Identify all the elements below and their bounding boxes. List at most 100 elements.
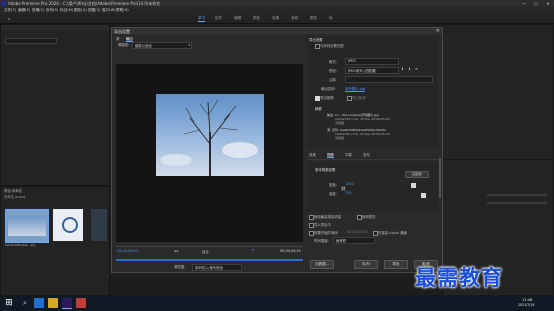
- tab-captions[interactable]: 字幕: [345, 152, 352, 157]
- export-settings-dialog: 导出设置 ✕ 源 输出 源缩放: 缩放以适合 ▾ 00;00;00;00 ◂ ▸…: [111, 27, 443, 273]
- import-preset-icon[interactable]: ⬆: [408, 67, 411, 71]
- workspace-tab-libraries[interactable]: 库: [329, 16, 333, 21]
- source-panel: [0, 24, 110, 186]
- tab-effects[interactable]: 效果: [309, 152, 316, 157]
- workspace-tab-learn[interactable]: 学习: [198, 16, 206, 22]
- time-interpolation-select[interactable]: 帧采样: [333, 237, 375, 244]
- time-interpolation-label: 时间插值:: [314, 239, 329, 243]
- watermark-logo: 最需教育: [415, 265, 503, 290]
- queue-button[interactable]: 队列: [354, 260, 378, 269]
- menu-graphics[interactable]: 图形(G): [74, 8, 87, 13]
- edge-browser-icon[interactable]: [34, 298, 44, 308]
- export-button[interactable]: 导出: [384, 260, 408, 269]
- comments-label: 注释:: [329, 78, 337, 82]
- use-previews-label: 使用预览: [362, 215, 376, 219]
- source-panel-field[interactable]: [5, 38, 57, 44]
- summary-title: 摘要: [315, 107, 322, 111]
- close-icon[interactable]: ✕: [436, 28, 440, 34]
- preset-select[interactable]: JPEG序列 (匹配源): [345, 67, 399, 74]
- alpha-only-label: 仅渲染 Alpha 通道: [378, 231, 407, 235]
- source-range-label: 源范围:: [174, 265, 186, 269]
- tab-video[interactable]: 视频: [327, 152, 334, 158]
- tab-source[interactable]: 源: [116, 36, 119, 41]
- premiere-app-icon: [1, 1, 6, 6]
- project-thumbnail[interactable]: [53, 209, 83, 241]
- timecode-end: 00;00;04;29: [280, 249, 301, 253]
- delete-preset-icon[interactable]: ✕: [415, 67, 418, 71]
- dialog-titlebar: [112, 28, 442, 34]
- menu-view[interactable]: 视图(V): [88, 8, 100, 13]
- project-thumbnail[interactable]: [91, 209, 107, 241]
- timeline-track: [487, 202, 547, 204]
- app-taskbar-icon[interactable]: [76, 298, 86, 308]
- workspace-tab-color[interactable]: 颜色: [253, 16, 260, 21]
- start-timecode-value[interactable]: 00;00;00;00: [347, 230, 368, 234]
- workspace-tab-editing[interactable]: 编辑: [234, 16, 241, 21]
- max-quality-label: 使用最高渲染质量: [314, 215, 342, 219]
- summary-output-note: 无音频: [335, 121, 345, 125]
- export-audio-label: 导出音频: [352, 96, 366, 100]
- basic-video-section: 基本视频设置 匹配源 宽度: 1000 高度: 750 ⛓: [307, 162, 438, 212]
- link-chain-icon[interactable]: ⛓: [341, 186, 346, 191]
- format-label: 格式:: [329, 60, 337, 64]
- width-label: 宽度:: [329, 183, 337, 187]
- thumbnail-label: 5e0af7b8f5ab4e...jpg: [5, 243, 36, 247]
- tab-publish[interactable]: 发布: [363, 152, 370, 157]
- section-title-export-settings: 导出设置: [309, 38, 323, 42]
- width-match-checkbox[interactable]: [411, 183, 416, 188]
- project-file-label: 未命名.prproj: [4, 195, 26, 199]
- menu-marker[interactable]: 标记(M): [60, 8, 73, 13]
- workspace-tab-assembly[interactable]: 组件: [215, 16, 222, 21]
- taskbar-time: 11:46: [522, 298, 533, 302]
- preset-value: JPEG序列 (匹配源): [348, 69, 377, 73]
- output-name-label: 输出名称:: [321, 87, 336, 91]
- windows-start-icon[interactable]: ⊞: [4, 298, 14, 308]
- playhead-icon[interactable]: ▾: [252, 248, 254, 252]
- timecode-start[interactable]: 00;00;00;00: [117, 249, 138, 253]
- match-source-button[interactable]: 匹配源: [405, 171, 429, 178]
- workspace-tab-effects[interactable]: 效果: [272, 16, 279, 21]
- file-explorer-icon[interactable]: [48, 298, 58, 308]
- output-name-link[interactable]: 序列图片.jpg: [345, 86, 365, 91]
- maximize-button[interactable]: ☐: [530, 0, 542, 7]
- comments-input[interactable]: [345, 76, 433, 83]
- preview-area: [116, 64, 303, 242]
- menu-window[interactable]: 窗口(W): [102, 8, 116, 13]
- chevron-down-icon: ▾: [188, 43, 190, 47]
- project-thumbnail-selected[interactable]: [5, 209, 49, 243]
- close-window-button[interactable]: ✕: [542, 0, 554, 7]
- width-value[interactable]: 1000: [345, 182, 354, 186]
- metadata-button[interactable]: 元数据...: [310, 260, 334, 269]
- save-preset-icon[interactable]: ⬇: [401, 67, 404, 71]
- menu-sequence[interactable]: 序列(S): [46, 8, 58, 13]
- project-panel-title: 项目:未命名: [4, 189, 23, 193]
- source-scaling-label: 源缩放:: [118, 43, 130, 47]
- source-scaling-select[interactable]: 缩放以适合 ▾: [132, 42, 192, 49]
- export-video-label: 导出视频: [320, 96, 334, 100]
- source-range-select[interactable]: 序列切入/序列切出: [192, 264, 242, 271]
- workspace-tab-audio[interactable]: 音频: [291, 16, 298, 21]
- menu-file[interactable]: 文件(F): [4, 8, 16, 13]
- workspace-tab-graphics[interactable]: 图形: [310, 16, 317, 21]
- menu-help[interactable]: 帮助(H): [116, 8, 129, 13]
- summary-source-note: 无音频: [335, 136, 345, 140]
- basic-video-title: 基本视频设置: [315, 168, 336, 172]
- work-area-bar[interactable]: [116, 259, 303, 261]
- premiere-taskbar-icon[interactable]: [62, 298, 72, 309]
- search-icon[interactable]: ⌕: [20, 298, 30, 308]
- menu-edit[interactable]: 编辑(E): [18, 8, 30, 13]
- menu-clip[interactable]: 剪辑(C): [32, 8, 45, 13]
- mark-in-icon[interactable]: ◂ ▸: [174, 249, 178, 253]
- time-interpolation-value: 帧采样: [336, 239, 347, 243]
- taskbar-date: 2021/7/19: [518, 303, 535, 307]
- preset-label: 预设:: [329, 69, 337, 73]
- height-value[interactable]: 750: [345, 191, 351, 195]
- minimize-button[interactable]: —: [518, 0, 530, 7]
- fit-label[interactable]: 适合: [202, 249, 209, 254]
- home-icon[interactable]: ⌂: [8, 16, 11, 21]
- logo-thumbnail-icon: [62, 217, 78, 233]
- format-value: JPEG: [348, 59, 356, 63]
- height-match-checkbox[interactable]: [421, 193, 426, 198]
- format-select[interactable]: JPEG: [345, 58, 399, 65]
- settings-scrollbar[interactable]: [439, 158, 441, 198]
